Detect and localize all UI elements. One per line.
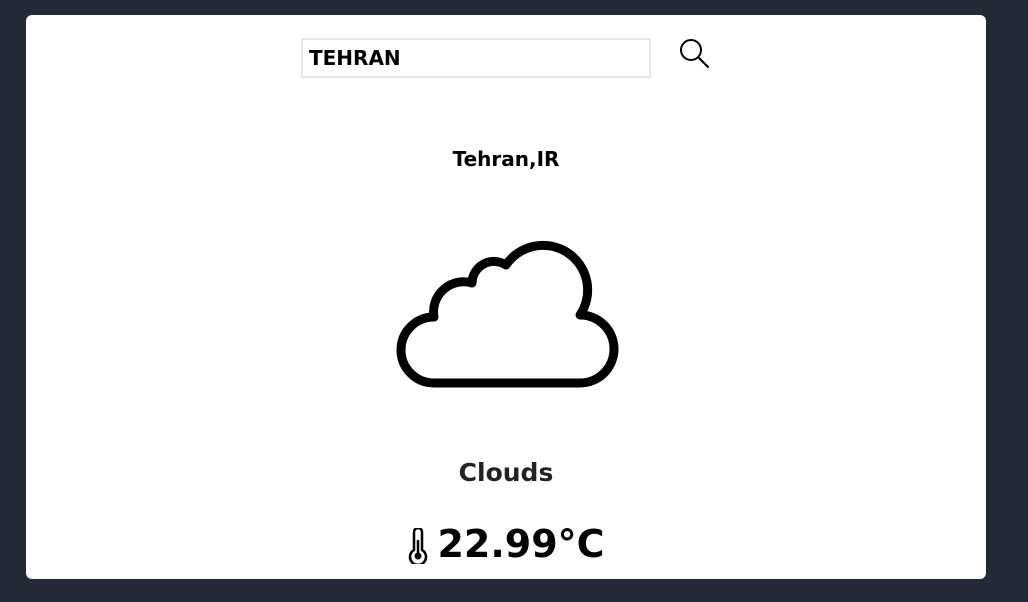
cloud-icon: [396, 240, 619, 388]
weather-condition: Clouds: [458, 458, 554, 487]
search-button[interactable]: [676, 36, 712, 72]
search-bar: [301, 38, 721, 82]
city-search-input[interactable]: [301, 38, 651, 78]
temperature-row: 22.99°C: [26, 519, 986, 569]
temperature-value: 22.99°C: [437, 522, 605, 566]
weather-card: Tehran,IR Clouds 22.99°C: [26, 15, 986, 579]
thermometer-icon: [409, 528, 428, 564]
city-name: Tehran,IR: [452, 147, 560, 171]
search-icon: [680, 39, 709, 68]
